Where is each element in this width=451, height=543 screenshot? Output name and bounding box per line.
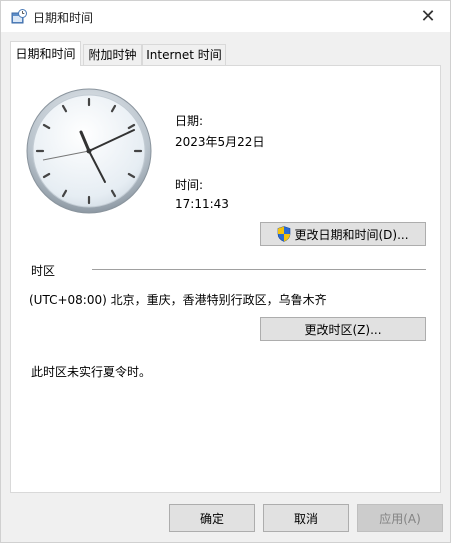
change-date-time-button[interactable]: 更改日期和时间(D)...	[260, 222, 426, 246]
datetime-dialog: 日期和时间 ✕ 日期和时间 附加时钟 Internet 时间 日期: 2023年…	[0, 0, 451, 543]
date-value: 2023年5月22日	[175, 135, 265, 149]
date-label: 日期:	[175, 114, 204, 128]
title-bar: 日期和时间 ✕	[1, 1, 450, 32]
ok-button[interactable]: 确定	[169, 504, 255, 532]
window-title: 日期和时间	[33, 11, 94, 25]
apply-button: 应用(A)	[357, 504, 443, 532]
timezone-section-label: 时区	[31, 264, 56, 278]
close-icon: ✕	[420, 6, 436, 27]
tab-label: Internet 时间	[146, 48, 222, 62]
apply-label: 应用(A)	[379, 511, 421, 526]
tab-label: 附加时钟	[88, 48, 137, 62]
close-button[interactable]: ✕	[406, 1, 450, 32]
cancel-button[interactable]: 取消	[263, 504, 349, 532]
section-divider	[92, 269, 426, 270]
datetime-app-icon	[11, 9, 27, 24]
tab-internet-time[interactable]: Internet 时间	[142, 44, 226, 65]
timezone-value: (UTC+08:00) 北京，重庆，香港特别行政区，乌鲁木齐	[29, 293, 327, 307]
change-date-time-label: 更改日期和时间(D)...	[294, 227, 409, 242]
change-timezone-button[interactable]: 更改时区(Z)...	[260, 317, 426, 341]
tab-additional-clocks[interactable]: 附加时钟	[83, 44, 142, 65]
ok-label: 确定	[199, 511, 224, 526]
analog-clock	[26, 88, 152, 214]
cancel-label: 取消	[293, 511, 318, 526]
tab-date-time[interactable]: 日期和时间	[10, 41, 81, 66]
time-value: 17:11:43	[175, 197, 229, 211]
change-timezone-label: 更改时区(Z)...	[304, 322, 382, 337]
uac-shield-icon	[278, 226, 291, 242]
tab-label: 日期和时间	[15, 47, 76, 61]
time-label: 时间:	[175, 178, 204, 192]
tab-panel: 日期: 2023年5月22日 时间: 17:11:43 更改日期和时间(D)..…	[10, 65, 441, 493]
dst-note: 此时区未实行夏令时。	[31, 365, 152, 379]
